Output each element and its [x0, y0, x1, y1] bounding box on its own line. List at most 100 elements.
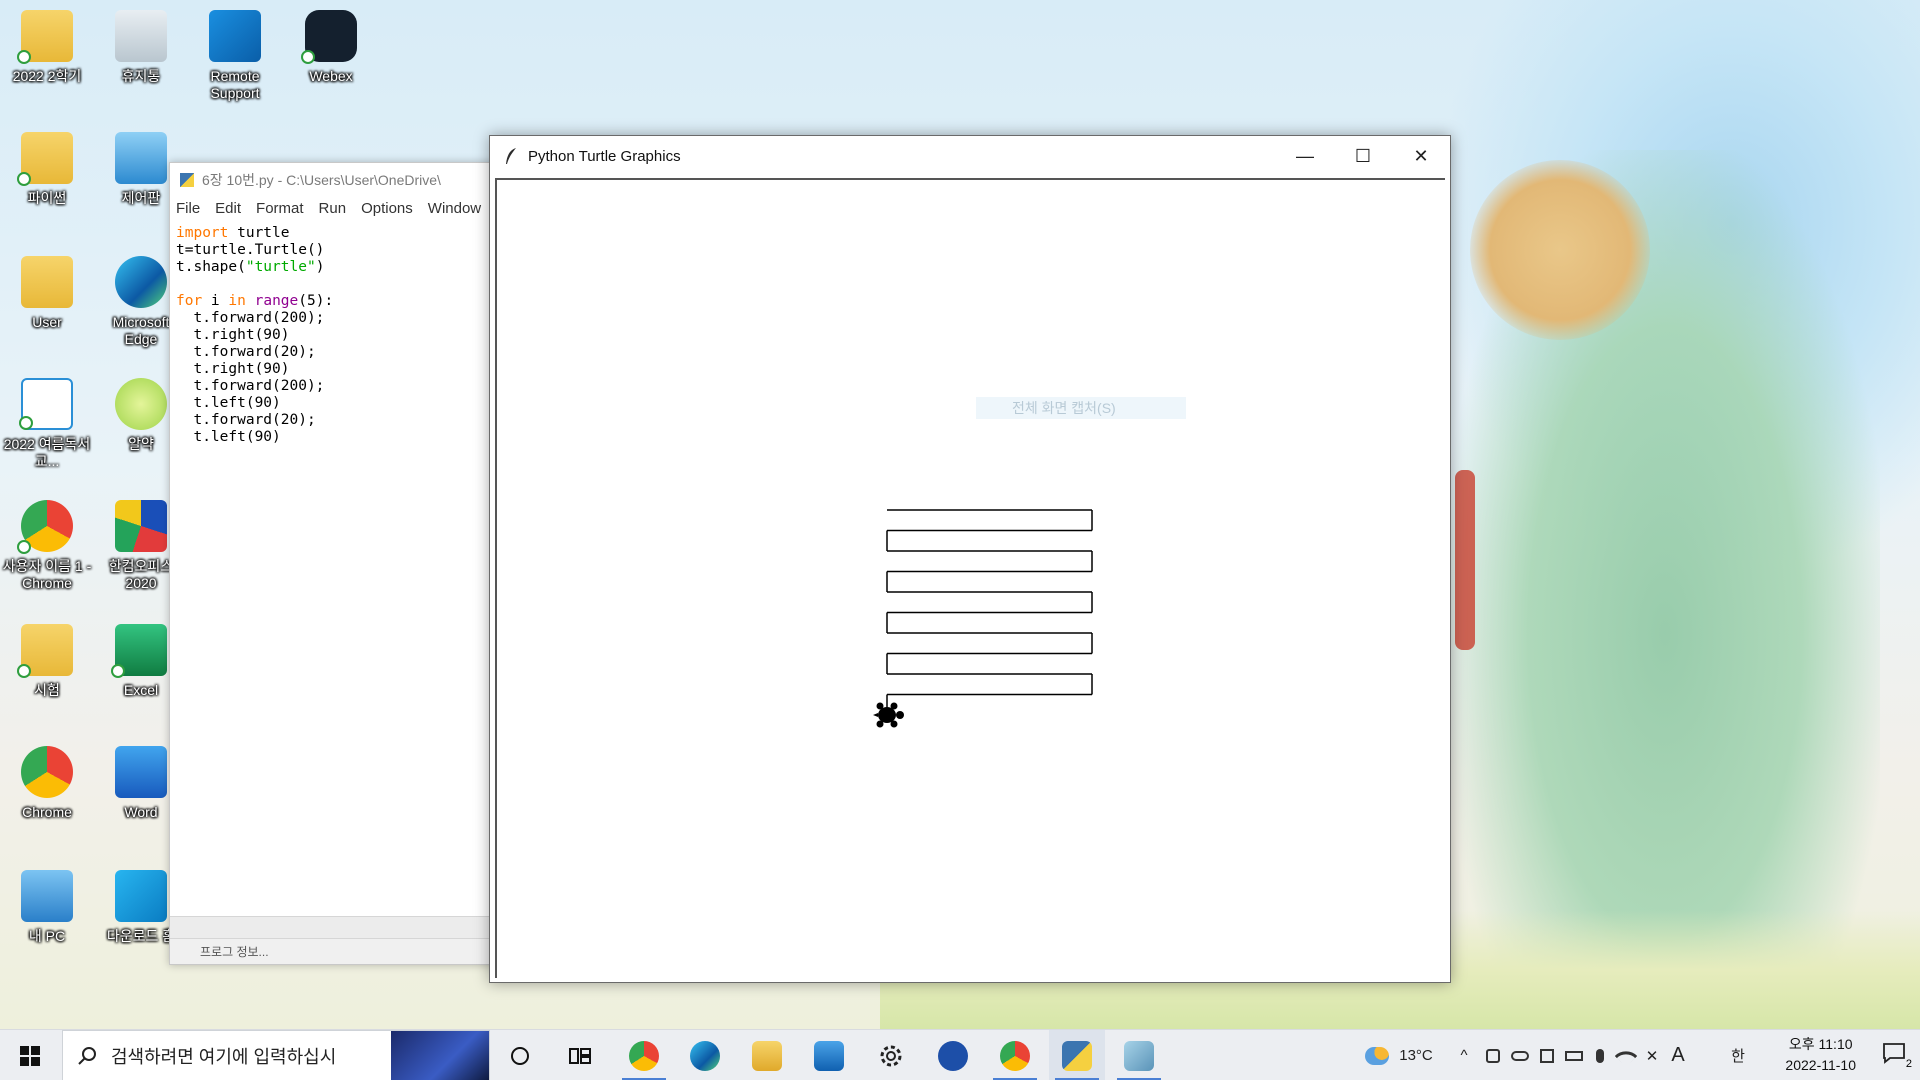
- tray-icon-microphone[interactable]: [1590, 1030, 1610, 1080]
- taskbar-search-box[interactable]: 검색하려면 여기에 입력하십시: [62, 1030, 490, 1080]
- ime-label: 한: [1731, 1048, 1745, 1065]
- python-file-icon: [180, 173, 194, 187]
- task-view-button[interactable]: [492, 1030, 548, 1080]
- desktop-icon-label: Remote Support: [210, 68, 260, 101]
- code-line: import turtle: [176, 225, 290, 241]
- taskbar-app-idle[interactable]: [1111, 1030, 1167, 1080]
- taskbar-app-settings[interactable]: [863, 1030, 919, 1080]
- turtle-drawing: [873, 509, 1093, 728]
- weather-widget[interactable]: 13°C: [1344, 1030, 1454, 1080]
- edge-icon: [115, 256, 167, 308]
- tray-overflow-button[interactable]: ^: [1454, 1030, 1474, 1080]
- menu-format[interactable]: Format: [256, 200, 304, 217]
- turtle-cursor-icon: [873, 702, 904, 728]
- chrome-icon: [21, 746, 73, 798]
- notification-center-button[interactable]: 2: [1882, 1042, 1912, 1070]
- idle-icon: [1124, 1040, 1154, 1071]
- notification-count: 2: [1905, 1058, 1912, 1070]
- taskbar: 검색하려면 여기에 입력하십시 13°C ^ ✕ A 한 오후 11:10 20…: [0, 1029, 1920, 1080]
- desktop-icon-remote-support[interactable]: Remote Support: [190, 10, 280, 102]
- desktop-icon-2022-reading[interactable]: 2022 여름독서교...: [2, 378, 92, 470]
- desktop-icon-label: 휴지통: [121, 68, 161, 84]
- tray-icon-meet[interactable]: [1482, 1030, 1504, 1080]
- idle-menubar: File Edit Format Run Options Window: [170, 197, 508, 219]
- menu-run[interactable]: Run: [319, 200, 347, 217]
- window-controls: — ☐ ✕: [1276, 136, 1450, 176]
- tray-icon-volume-muted[interactable]: ✕: [1640, 1030, 1664, 1080]
- desktop-icon-chrome-profile[interactable]: 사용자 이름 1 - Chrome: [2, 500, 92, 592]
- start-button[interactable]: [0, 1030, 60, 1080]
- desktop-icon-2022-2nd-semester[interactable]: 2022 2학기: [2, 10, 92, 85]
- sync-check-icon: [301, 50, 315, 64]
- idle-window-title: 6장 10번.py - C:\Users\User\OneDrive\: [202, 172, 441, 188]
- minimize-button[interactable]: —: [1276, 136, 1334, 176]
- desktop-icon-chrome[interactable]: Chrome: [2, 746, 92, 821]
- cortana-icon: [511, 1046, 529, 1065]
- desktop-icon-python-folder[interactable]: 파이썬: [2, 132, 92, 207]
- sync-check-icon: [17, 540, 31, 554]
- mail-icon: [814, 1040, 844, 1071]
- desktop-icon-label: 시험: [34, 682, 60, 698]
- idle-titlebar[interactable]: 6장 10번.py - C:\Users\User\OneDrive\: [170, 163, 508, 197]
- maximize-button[interactable]: ☐: [1334, 136, 1392, 176]
- remote-support-icon: [209, 10, 261, 62]
- taskbar-clock[interactable]: 오후 11:10 2022-11-10: [1785, 1034, 1856, 1076]
- desktop-icon-label: 2022 2학기: [12, 68, 82, 84]
- cloud-icon: [1511, 1050, 1529, 1061]
- turtle-graphics-window[interactable]: Python Turtle Graphics — ☐ ✕ 전체 화면 캡처(S): [489, 135, 1451, 983]
- wifi-icon: [1614, 1044, 1638, 1067]
- taskbar-app-file-explorer[interactable]: [739, 1030, 795, 1080]
- task-view-switch-button[interactable]: [552, 1030, 608, 1080]
- tray-icon-onedrive[interactable]: [1508, 1030, 1532, 1080]
- taskbar-app-chrome[interactable]: [987, 1030, 1043, 1080]
- tray-icon-battery[interactable]: [1562, 1030, 1586, 1080]
- alyac-icon: [115, 378, 167, 430]
- taskbar-app-edge[interactable]: [677, 1030, 733, 1080]
- code-editor[interactable]: import turtle t=turtle.Turtle() t.shape("t…: [170, 219, 508, 452]
- desktop-icon-label: 사용자 이름 1 - Chrome: [2, 558, 92, 591]
- desktop-icon-exam-folder[interactable]: 시험: [2, 624, 92, 699]
- desktop-icon-label: Webex: [309, 68, 353, 84]
- search-placeholder: 검색하려면 여기에 입력하십시: [111, 1046, 337, 1067]
- menu-options[interactable]: Options: [361, 200, 413, 217]
- menu-edit[interactable]: Edit: [215, 200, 241, 217]
- tray-icon-security[interactable]: [1536, 1030, 1558, 1080]
- search-highlight-image: [391, 1031, 489, 1080]
- meet-icon: [1486, 1048, 1500, 1063]
- sync-check-icon: [17, 664, 31, 678]
- clock-date: 2022-11-10: [1785, 1057, 1856, 1073]
- status-text: 프로그 정보...: [200, 945, 269, 959]
- taskbar-app-chrome-profile[interactable]: [616, 1030, 672, 1080]
- tray-icon-wifi[interactable]: [1614, 1030, 1638, 1080]
- desktop-icon-my-pc[interactable]: 내 PC: [2, 870, 92, 945]
- code-line: t.forward(20);: [176, 344, 316, 360]
- computer-icon: [21, 870, 73, 922]
- menu-window[interactable]: Window: [428, 200, 481, 217]
- menu-file[interactable]: File: [176, 200, 200, 217]
- sync-check-icon: [17, 50, 31, 64]
- code-line: t.left(90): [176, 429, 281, 445]
- tray-font-indicator[interactable]: A: [1666, 1030, 1690, 1080]
- taskbar-app-remote-support[interactable]: [925, 1030, 981, 1080]
- idle-editor-window[interactable]: 6장 10번.py - C:\Users\User\OneDrive\ File…: [169, 162, 509, 965]
- code-line: t.right(90): [176, 327, 290, 343]
- sync-check-icon: [17, 172, 31, 186]
- webex-icon: [301, 10, 357, 64]
- search-icon: [78, 1046, 96, 1065]
- speaker-muted-icon: ✕: [1645, 1047, 1659, 1065]
- taskbar-app-python[interactable]: [1049, 1030, 1105, 1080]
- weather-cloud-sun-icon: [1365, 1046, 1390, 1065]
- battery-icon: [1565, 1050, 1583, 1061]
- desktop-icon-user[interactable]: User: [2, 256, 92, 331]
- close-button[interactable]: ✕: [1392, 136, 1450, 176]
- folder-icon: [17, 10, 73, 64]
- desktop-icon-recycle-bin[interactable]: 휴지통: [96, 10, 186, 85]
- taskbar-app-mail[interactable]: [801, 1030, 857, 1080]
- turtle-canvas[interactable]: 전체 화면 캡처(S): [495, 178, 1445, 978]
- control-panel-icon: [115, 132, 167, 184]
- ime-indicator[interactable]: 한: [1726, 1030, 1750, 1080]
- desktop-icon-webex[interactable]: Webex: [286, 10, 376, 85]
- horizontal-scrollbar[interactable]: [170, 916, 508, 938]
- wallpaper-illustration-strap: [1455, 470, 1475, 650]
- desktop-icon-label: User: [32, 314, 62, 330]
